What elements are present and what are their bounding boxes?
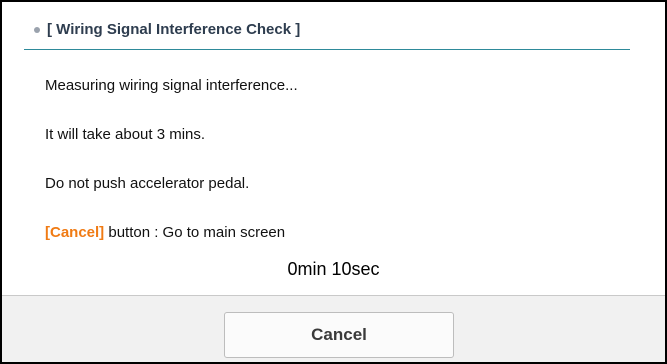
duration-message: It will take about 3 mins. — [45, 126, 206, 143]
cancel-instruction: [Cancel] button : Go to main screen — [45, 224, 285, 241]
warning-message: Do not push accelerator pedal. — [45, 175, 250, 192]
cancel-hint-text: button : Go to main screen — [104, 224, 286, 241]
elapsed-timer: 0min 10sec — [287, 259, 380, 279]
dialog-title: [ Wiring Signal Interference Check ] — [47, 21, 301, 38]
interference-check-dialog: [ Wiring Signal Interference Check ] Mea… — [0, 0, 667, 364]
bullet-dot-icon — [34, 27, 40, 33]
dialog-header: [ Wiring Signal Interference Check ] — [24, 19, 630, 50]
status-message: Measuring wiring signal interference... — [45, 77, 298, 94]
cancel-hint-keyword: [Cancel] — [45, 224, 105, 241]
cancel-button[interactable]: Cancel — [224, 312, 454, 358]
dialog-footer: Cancel — [2, 295, 665, 362]
